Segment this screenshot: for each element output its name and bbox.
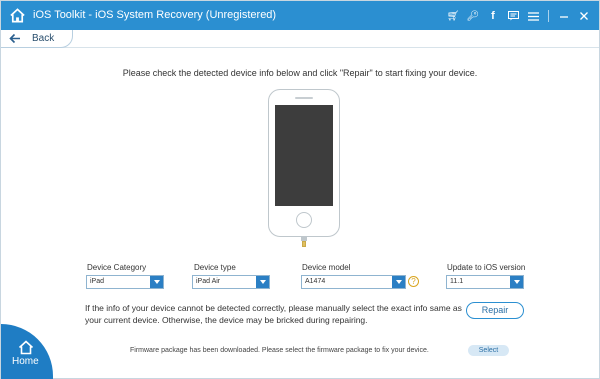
cart-icon[interactable]: 🛒︎ [446, 9, 460, 23]
window-title: iOS Toolkit - iOS System Recovery (Unreg… [33, 9, 277, 21]
phone-screen [275, 105, 333, 206]
app-window: iOS Toolkit - iOS System Recovery (Unreg… [0, 0, 600, 379]
warning-note: If the info of your device cannot be det… [85, 303, 462, 325]
device-type-label: Device type [194, 263, 236, 272]
divider [548, 10, 549, 22]
repair-button[interactable]: Repair [466, 302, 524, 319]
home-button[interactable]: Home [1, 324, 53, 379]
help-icon[interactable]: ? [408, 276, 419, 287]
instruction-text: Please check the detected device info be… [122, 68, 478, 78]
device-model-value: A1474 [305, 278, 326, 285]
ios-version-label: Update to iOS version [447, 263, 526, 272]
key-icon[interactable]: 🔑︎ [466, 9, 480, 23]
cable-plug [302, 241, 306, 247]
device-type-value: iPad Air [196, 278, 221, 285]
device-type-select[interactable]: iPad Air [192, 275, 270, 289]
title-bar: iOS Toolkit - iOS System Recovery (Unreg… [1, 1, 599, 30]
close-icon[interactable] [577, 9, 591, 23]
back-arrow-icon [9, 33, 20, 44]
device-model-select[interactable]: A1474 [301, 275, 406, 289]
menu-icon[interactable] [526, 9, 540, 23]
phone-speaker [295, 97, 313, 99]
chevron-down-icon[interactable] [510, 276, 523, 288]
back-bar: Back [1, 30, 599, 48]
device-category-value: iPad [90, 278, 105, 285]
home-icon[interactable] [9, 7, 26, 24]
device-model-label: Device model [302, 263, 351, 272]
feedback-icon[interactable] [506, 9, 520, 23]
ios-version-value: 11.1 [450, 278, 464, 285]
chevron-down-icon[interactable] [392, 276, 405, 288]
device-category-label: Device Category [87, 263, 147, 272]
phone-home-button [296, 212, 312, 228]
firmware-status: Firmware package has been downloaded. Pl… [130, 347, 429, 354]
chevron-down-icon[interactable] [150, 276, 163, 288]
ios-version-select[interactable]: 11.1 [446, 275, 524, 289]
back-label: Back [32, 33, 55, 44]
back-button[interactable]: Back [1, 30, 73, 48]
device-illustration [268, 89, 340, 237]
home-icon [18, 340, 34, 355]
home-label: Home [12, 356, 39, 367]
title-bar-icons: 🛒︎ 🔑︎ f [446, 8, 591, 24]
minimize-icon[interactable] [557, 9, 571, 23]
device-category-select[interactable]: iPad [86, 275, 164, 289]
select-firmware-button[interactable]: Select [468, 345, 509, 356]
facebook-icon[interactable]: f [486, 9, 500, 23]
chevron-down-icon[interactable] [256, 276, 269, 288]
